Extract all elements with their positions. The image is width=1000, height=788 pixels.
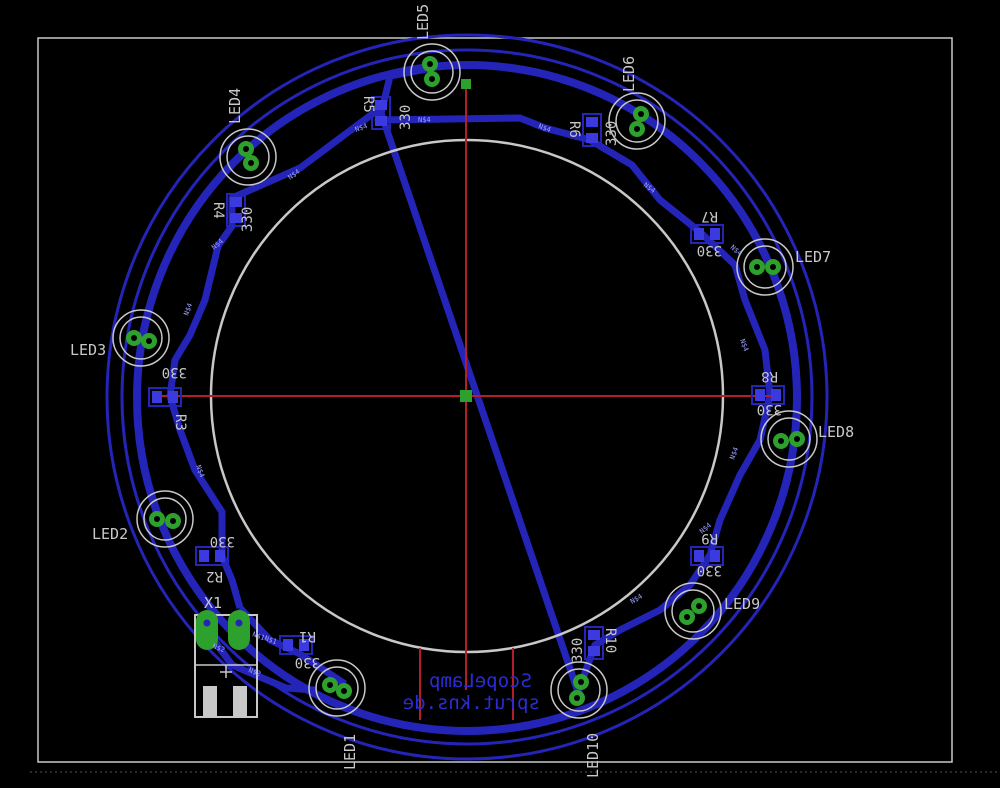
value-r8: 330 bbox=[757, 401, 782, 417]
label-x1: X1 bbox=[204, 594, 222, 612]
label-r1: R1 bbox=[299, 628, 316, 644]
value-r2: 330 bbox=[210, 533, 235, 549]
pcb-board-view[interactable]: LED1 LED2 LED3 LED4 LED5 LED6 LED7 LED8 … bbox=[0, 0, 1000, 788]
label-led10: LED10 bbox=[584, 733, 602, 778]
center-via bbox=[460, 390, 472, 402]
label-led7: LED7 bbox=[795, 248, 831, 266]
value-r6: 330 bbox=[604, 121, 620, 146]
label-led1: LED1 bbox=[341, 734, 359, 770]
label-r2: R2 bbox=[206, 568, 223, 584]
label-r4: R4 bbox=[210, 202, 226, 219]
label-r10: R10 bbox=[602, 628, 618, 653]
label-r6: R6 bbox=[566, 121, 582, 138]
label-led4: LED4 bbox=[226, 88, 244, 124]
value-r1: 330 bbox=[295, 654, 320, 670]
value-r5: 330 bbox=[398, 105, 414, 130]
label-led3: LED3 bbox=[70, 341, 106, 359]
label-r8: R8 bbox=[761, 368, 778, 384]
label-led8: LED8 bbox=[818, 423, 854, 441]
label-led6: LED6 bbox=[620, 56, 638, 92]
net-label: N$4 bbox=[418, 116, 431, 124]
brand-line-2: sprut.kns.de bbox=[403, 692, 540, 714]
value-r7: 330 bbox=[697, 242, 722, 258]
value-r4: 330 bbox=[240, 207, 256, 232]
label-led5: LED5 bbox=[414, 4, 432, 40]
brand-line-1: ScopeLamp bbox=[429, 670, 532, 692]
value-r3: 330 bbox=[162, 364, 187, 380]
label-led2: LED2 bbox=[92, 525, 128, 543]
value-r10: 330 bbox=[570, 638, 586, 663]
label-r5: R5 bbox=[360, 96, 376, 113]
label-r7: R7 bbox=[701, 208, 718, 224]
top-via bbox=[461, 79, 471, 89]
value-r9: 330 bbox=[697, 562, 722, 578]
label-r3: R3 bbox=[172, 414, 188, 431]
label-led9: LED9 bbox=[724, 595, 760, 613]
